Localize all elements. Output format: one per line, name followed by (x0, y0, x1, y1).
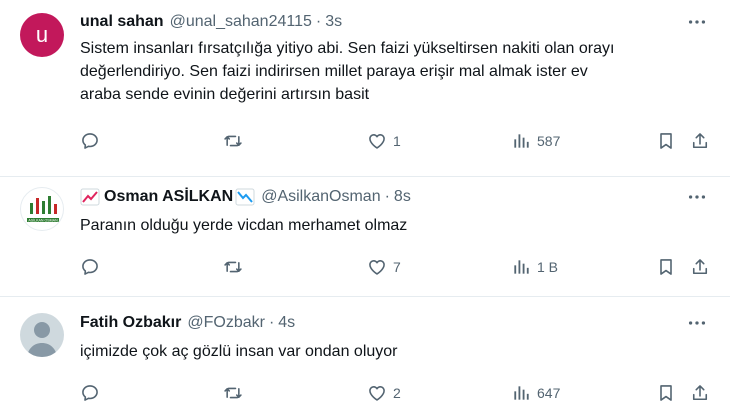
tweet[interactable]: Fatih Ozbakır @FOzbakr · 4s içimizde çok… (0, 297, 730, 420)
more-icon[interactable] (686, 186, 708, 208)
retweet-button[interactable] (223, 255, 243, 279)
default-avatar-icon (27, 322, 57, 357)
share-icon (692, 385, 708, 401)
chart-up-emoji (80, 188, 100, 206)
like-count: 2 (393, 385, 401, 401)
avatar-letter: u (35, 22, 49, 47)
views-button[interactable]: 647 (511, 381, 560, 405)
share-icon (692, 133, 708, 149)
views-icon (514, 134, 529, 148)
author-name[interactable]: Fatih Ozbakır (80, 314, 181, 332)
avatar[interactable] (20, 313, 64, 357)
tweet-text-line: Paranın olduğu yerde vicdan merhamet olm… (80, 217, 408, 234)
tweet-header: unal sahan @unal_sahan24115 · 3s (80, 11, 342, 33)
retweet-icon (224, 261, 242, 273)
tweet-header: Fatih Ozbakır @FOzbakr · 4s (80, 312, 295, 334)
bookmark-icon (660, 133, 672, 149)
separator: · (268, 314, 275, 331)
tweet-text: Sistem insanları fırsatçılığa yitiyo abi… (80, 37, 710, 106)
separator: · (315, 13, 322, 30)
like-icon (369, 260, 385, 275)
avatar[interactable]: ASİLKAN OSMAN (20, 187, 64, 231)
chart-down-emoji (235, 188, 255, 206)
tweet-text-line: araba sende evinin değerini artırsın bas… (80, 86, 370, 103)
timestamp[interactable]: 3s (325, 13, 342, 31)
tweet[interactable]: u unal sahan @unal_sahan24115 · 3s Siste… (0, 0, 730, 176)
chart-logo: ASİLKAN OSMAN (27, 196, 59, 222)
tweet-text: Paranın olduğu yerde vicdan merhamet olm… (80, 214, 710, 237)
reply-button[interactable] (80, 129, 100, 153)
reply-icon (82, 259, 98, 275)
timestamp[interactable]: 4s (278, 314, 295, 332)
tweet-text: içimizde çok aç gözlü insan var ondan ol… (80, 340, 710, 363)
tweet-text-line: Sistem insanları fırsatçılığa yitiyo abi… (80, 40, 615, 57)
view-count: 647 (537, 385, 561, 401)
share-icon (692, 259, 708, 275)
more-icon[interactable] (686, 312, 708, 334)
reply-button[interactable] (80, 381, 100, 405)
bookmark-button[interactable] (656, 255, 676, 279)
author-handle[interactable]: @FOzbakr (187, 314, 265, 332)
bookmark-button[interactable] (656, 381, 676, 405)
retweet-icon (224, 135, 242, 147)
retweet-button[interactable] (223, 381, 243, 405)
views-icon (514, 386, 529, 400)
share-button[interactable] (690, 129, 710, 153)
like-icon (369, 134, 385, 149)
like-count: 7 (393, 259, 401, 275)
share-button[interactable] (690, 255, 710, 279)
action-bar: 2 647 (80, 381, 710, 405)
like-button[interactable]: 2 (367, 381, 401, 405)
views-icon (514, 260, 529, 274)
like-count: 1 (393, 133, 401, 149)
tweet[interactable]: ASİLKAN OSMAN Osman ASİLKAN @AsilkanOsma… (0, 177, 730, 296)
view-count: 587 (537, 133, 561, 149)
author-handle[interactable]: @AsilkanOsman (261, 188, 380, 206)
action-bar: 7 1 B (80, 255, 710, 279)
author-handle[interactable]: @unal_sahan24115 (170, 13, 312, 31)
tweet-text-line: değerlendiriyo. Sen faizi indirirsen mil… (80, 63, 588, 80)
like-button[interactable]: 7 (367, 255, 401, 279)
like-icon (369, 386, 385, 401)
reply-icon (82, 133, 98, 149)
reply-icon (82, 385, 98, 401)
retweet-button[interactable] (223, 129, 243, 153)
author-name[interactable]: unal sahan (80, 13, 164, 31)
separator: · (384, 188, 390, 205)
views-button[interactable]: 587 (511, 129, 560, 153)
retweet-icon (224, 387, 242, 399)
avatar[interactable]: u (20, 13, 64, 57)
views-button[interactable]: 1 B (511, 255, 558, 279)
logo-text: ASİLKAN OSMAN (28, 217, 58, 222)
view-count: 1 B (537, 259, 559, 275)
bookmark-button[interactable] (656, 129, 676, 153)
bookmark-icon (660, 259, 672, 275)
action-bar: 1 587 (80, 129, 710, 153)
reply-button[interactable] (80, 255, 100, 279)
tweet-header: Osman ASİLKAN @AsilkanOsman · 8s (80, 186, 411, 208)
share-button[interactable] (690, 381, 710, 405)
author-name[interactable]: Osman ASİLKAN (104, 188, 233, 206)
bookmark-icon (660, 385, 672, 401)
like-button[interactable]: 1 (367, 129, 401, 153)
more-icon[interactable] (686, 11, 708, 33)
tweet-text-line: içimizde çok aç gözlü insan var ondan ol… (80, 343, 398, 360)
timestamp[interactable]: 8s (394, 188, 411, 206)
